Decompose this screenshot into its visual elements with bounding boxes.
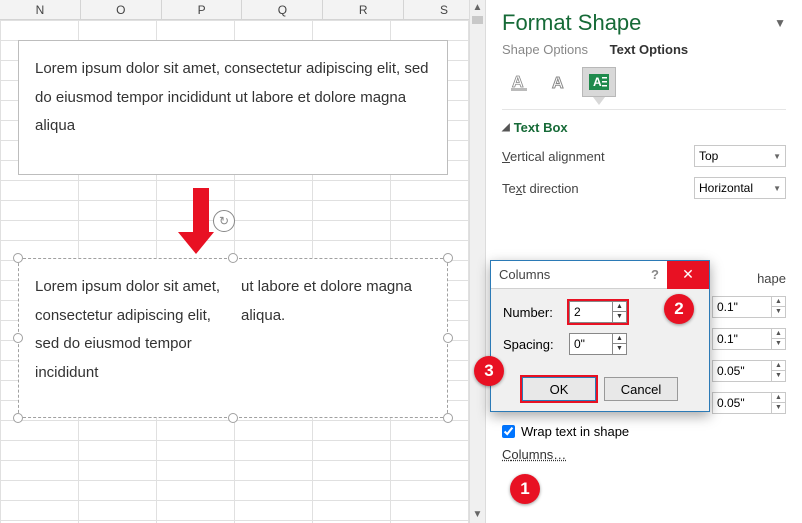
callout-3: 3 (474, 356, 504, 386)
close-icon[interactable]: ✕ (667, 261, 709, 289)
textbox-col2: ut labore et dolore magna aliqua. (241, 273, 431, 403)
col-header[interactable]: O (81, 0, 162, 19)
right-margin-spinner[interactable]: 0.1"▲▼ (712, 328, 786, 350)
selection-handle[interactable] (13, 413, 23, 423)
spin-up-icon[interactable]: ▲ (613, 302, 626, 312)
callout-1: 1 (510, 474, 540, 504)
selection-handle[interactable] (443, 253, 453, 263)
columns-dialog: Columns ? ✕ Number: 2▲▼ Spacing: 0"▲▼ OK… (490, 260, 710, 412)
spin-up-icon[interactable]: ▲ (772, 393, 785, 403)
pane-title-text: Format Shape (502, 10, 641, 36)
spin-up-icon[interactable]: ▲ (772, 361, 785, 371)
dialog-titlebar[interactable]: Columns ? ✕ (491, 261, 709, 289)
spin-up-icon[interactable]: ▲ (772, 329, 785, 339)
chevron-down-icon: ▼ (773, 184, 781, 193)
svg-text:A: A (552, 75, 564, 92)
scroll-up-icon[interactable]: ▲ (470, 0, 485, 16)
valign-dropdown[interactable]: Top▼ (694, 145, 786, 167)
pane-menu-icon[interactable]: ▼ (774, 16, 786, 30)
selection-handle[interactable] (443, 413, 453, 423)
textbox-properties-icon[interactable]: A (582, 67, 616, 97)
pane-title: Format Shape ▼ (486, 0, 802, 40)
tdir-label: Text direction (502, 181, 686, 196)
callout-2: 2 (664, 294, 694, 324)
top-margin-spinner[interactable]: 0.05"▲▼ (712, 360, 786, 382)
spin-down-icon[interactable]: ▼ (772, 307, 785, 317)
tdir-dropdown[interactable]: Horizontal▼ (694, 177, 786, 199)
svg-text:A: A (593, 75, 602, 89)
chevron-down-icon: ▼ (773, 152, 781, 161)
spin-down-icon[interactable]: ▼ (613, 312, 626, 322)
spin-up-icon[interactable]: ▲ (772, 297, 785, 307)
text-options-icons: A A A (486, 59, 802, 103)
selection-handle[interactable] (13, 333, 23, 343)
pane-tabs: Shape Options Text Options (486, 40, 802, 59)
scroll-down-icon[interactable]: ▼ (470, 507, 485, 523)
textbox-col1: Lorem ipsum dolor sit amet, consectetur … (35, 273, 225, 403)
spreadsheet-area: N O P Q R S ▲ ▼ Lorem ipsum dolor sit am… (0, 0, 486, 523)
tab-text-options[interactable]: Text Options (610, 42, 688, 57)
wrap-text-checkbox[interactable]: Wrap text in shape (502, 424, 786, 439)
col-header[interactable]: Q (242, 0, 323, 19)
spacing-label: Spacing: (503, 337, 561, 352)
spin-up-icon[interactable]: ▲ (613, 334, 626, 344)
scroll-thumb[interactable] (472, 16, 483, 24)
col-header[interactable]: R (323, 0, 404, 19)
bottom-margin-spinner[interactable]: 0.05"▲▼ (712, 392, 786, 414)
text-effects-icon[interactable]: A (542, 67, 576, 97)
left-margin-spinner[interactable]: 0.1"▲▼ (712, 296, 786, 318)
spin-down-icon[interactable]: ▼ (613, 344, 626, 354)
row-spacing: Spacing: 0"▲▼ (503, 333, 697, 355)
selection-handle[interactable] (228, 253, 238, 263)
help-icon[interactable]: ? (647, 267, 663, 282)
dialog-title-text: Columns (499, 267, 550, 282)
wrap-label: Wrap text in shape (521, 424, 629, 439)
wrap-checkbox-input[interactable] (502, 425, 515, 438)
textbox-single-column[interactable]: Lorem ipsum dolor sit amet, consectetur … (18, 40, 448, 175)
section-header[interactable]: ◢ Text Box (502, 120, 786, 135)
tab-shape-options[interactable]: Shape Options (502, 42, 588, 57)
spacing-spinner[interactable]: 0"▲▼ (569, 333, 627, 355)
dialog-buttons: OK Cancel (491, 373, 709, 411)
row-text-direction: Text direction Horizontal▼ (502, 177, 786, 199)
selection-handle[interactable] (443, 333, 453, 343)
columns-button[interactable]: Columns… (502, 447, 566, 462)
textbox-content: Lorem ipsum dolor sit amet, consectetur … (35, 60, 429, 134)
arrow-annotation (188, 188, 214, 254)
text-fill-icon[interactable]: A (502, 67, 536, 97)
selection-handle[interactable] (13, 253, 23, 263)
selection-handle[interactable] (228, 413, 238, 423)
cancel-button[interactable]: Cancel (604, 377, 678, 401)
row-vertical-alignment: Vertical alignment Top▼ (502, 145, 786, 167)
number-spinner[interactable]: 2▲▼ (569, 301, 627, 323)
vertical-scrollbar[interactable]: ▲ ▼ (469, 0, 485, 523)
textbox-two-column[interactable]: Lorem ipsum dolor sit amet, consectetur … (18, 258, 448, 418)
section-title-text: Text Box (514, 120, 568, 135)
ok-button[interactable]: OK (522, 377, 596, 401)
valign-label: Vertical alignment (502, 149, 686, 164)
spin-down-icon[interactable]: ▼ (772, 339, 785, 349)
column-headers: N O P Q R S (0, 0, 485, 20)
number-label: Number: (503, 305, 561, 320)
spin-down-icon[interactable]: ▼ (772, 403, 785, 413)
rotate-handle-icon[interactable]: ↻ (213, 210, 235, 232)
spin-down-icon[interactable]: ▼ (772, 371, 785, 381)
collapse-icon: ◢ (502, 122, 510, 133)
col-header[interactable]: P (162, 0, 243, 19)
col-header[interactable]: N (0, 0, 81, 19)
